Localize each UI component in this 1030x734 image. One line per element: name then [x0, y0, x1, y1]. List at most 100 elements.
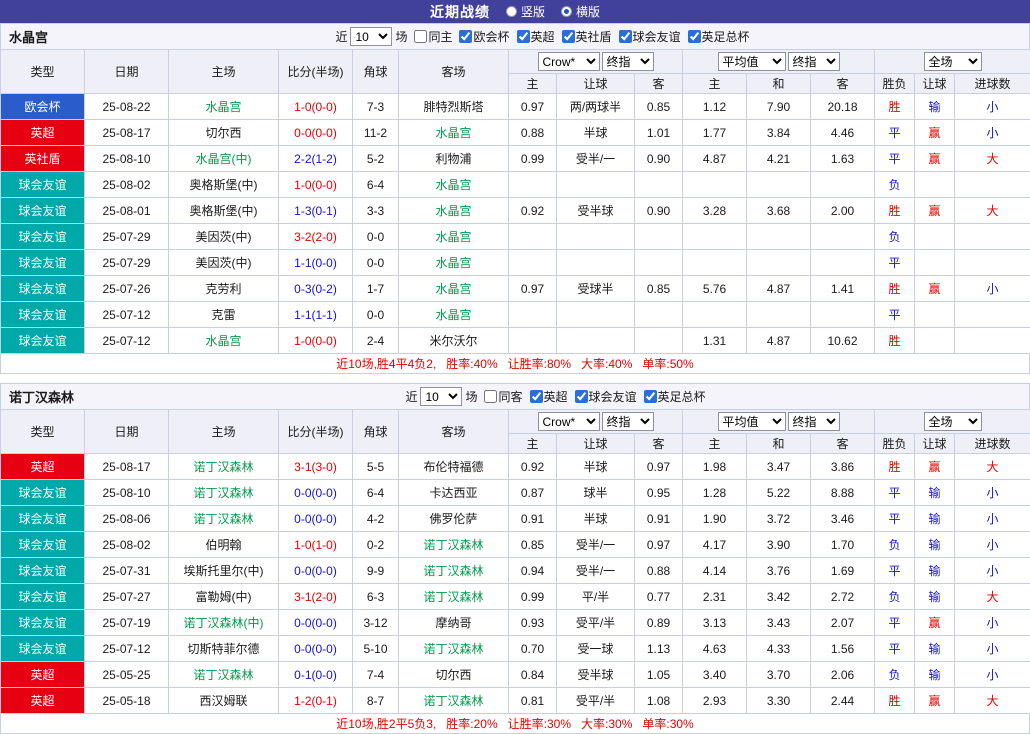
eu-home-odds: 4.63	[683, 636, 747, 662]
match-row: 球会友谊25-07-29美因茨(中)1-1(0-0)0-0水晶宫平	[1, 250, 1030, 276]
col-header: 角球	[353, 50, 399, 94]
away-team: 诺丁汉森林	[399, 688, 509, 714]
score: 1-0(0-0)	[279, 328, 353, 354]
games-label: 场	[395, 28, 407, 45]
result: 平	[875, 302, 915, 328]
ah-line: 受一球	[557, 636, 635, 662]
match-row: 球会友谊25-07-31埃斯托里尔(中)0-0(0-0)9-9诺丁汉森林0.94…	[1, 558, 1030, 584]
match-date: 25-07-29	[85, 250, 169, 276]
average-select[interactable]: 平均值	[718, 412, 786, 431]
ah-home-odds	[509, 172, 557, 198]
match-row: 球会友谊25-07-12切斯特菲尔德0-0(0-0)5-10诺丁汉森林0.70受…	[1, 636, 1030, 662]
eu-draw-odds: 4.87	[747, 328, 811, 354]
eu-away-odds	[811, 302, 875, 328]
home-team: 西汉姆联	[169, 688, 279, 714]
eu-draw-odds	[747, 172, 811, 198]
handicap-result: 输	[915, 94, 955, 120]
checkbox-input[interactable]	[562, 30, 575, 43]
checkbox-input[interactable]	[619, 30, 632, 43]
match-type-badge: 球会友谊	[1, 532, 85, 558]
result: 负	[875, 532, 915, 558]
goals-result: 小	[955, 506, 1030, 532]
competition-checkbox[interactable]: 球会友谊	[575, 388, 637, 405]
eu-away-odds: 1.63	[811, 146, 875, 172]
average-select[interactable]: 平均值	[718, 52, 786, 71]
ah-line	[557, 250, 635, 276]
eu-home-odds: 4.14	[683, 558, 747, 584]
eu-home-odds: 3.40	[683, 662, 747, 688]
checkbox-input[interactable]	[688, 30, 701, 43]
match-row: 球会友谊25-08-10诺丁汉森林0-0(0-0)6-4卡达西亚0.87球半0.…	[1, 480, 1030, 506]
eu-home-odds: 1.28	[683, 480, 747, 506]
eu-draw-odds: 3.47	[747, 454, 811, 480]
match-row: 球会友谊25-08-02伯明翰1-0(1-0)0-2诺丁汉森林0.85受半/一0…	[1, 532, 1030, 558]
score: 1-0(1-0)	[279, 532, 353, 558]
competition-checkbox[interactable]: 英足总杯	[688, 28, 750, 45]
odds-time-select[interactable]: 终指	[602, 52, 654, 71]
competition-checkbox[interactable]: 英超	[517, 28, 555, 45]
ah-home-odds: 0.81	[509, 688, 557, 714]
odds-time-select[interactable]: 终指	[602, 412, 654, 431]
match-date: 25-07-12	[85, 636, 169, 662]
checkbox-input[interactable]	[644, 390, 657, 403]
layout-horizontal-option[interactable]: 横版	[561, 3, 600, 20]
away-team: 水晶宫	[399, 250, 509, 276]
match-type-badge: 球会友谊	[1, 610, 85, 636]
eu-away-odds: 20.18	[811, 94, 875, 120]
ah-away-odds: 0.91	[635, 506, 683, 532]
home-team: 富勒姆(中)	[169, 584, 279, 610]
handicap-result: 输	[915, 584, 955, 610]
checkbox-input[interactable]	[517, 30, 530, 43]
checkbox-input[interactable]	[459, 30, 472, 43]
checkbox-input[interactable]	[414, 30, 427, 43]
layout-vertical-option[interactable]: 竖版	[506, 3, 545, 20]
period-select[interactable]: 全场	[924, 52, 982, 71]
away-team: 切尔西	[399, 662, 509, 688]
match-type-badge: 英超	[1, 688, 85, 714]
team-name: 水晶宫	[1, 27, 56, 46]
bookmaker-select[interactable]: Crow*	[538, 412, 600, 431]
ah-away-odds: 0.88	[635, 558, 683, 584]
goals-result: 小	[955, 532, 1030, 558]
average-time-select[interactable]: 终指	[788, 412, 840, 431]
sections-container: 水晶宫近10场同主欧会杯英超英社盾球会友谊英足总杯类型日期主场比分(半场)角球客…	[0, 23, 1030, 734]
checkbox-input[interactable]	[575, 390, 588, 403]
recent-count-select[interactable]: 10	[420, 387, 462, 406]
home-team: 水晶宫	[169, 94, 279, 120]
col-header: 日期	[85, 410, 169, 454]
away-team: 摩纳哥	[399, 610, 509, 636]
ah-line	[557, 172, 635, 198]
checkbox-input[interactable]	[484, 390, 497, 403]
same-venue-checkbox[interactable]: 同主	[414, 28, 452, 45]
sub-header: 客	[811, 434, 875, 454]
ah-home-odds: 0.92	[509, 198, 557, 224]
checkbox-input[interactable]	[530, 390, 543, 403]
filter-bar: 近10场同客英超球会友谊英足总杯	[82, 387, 1029, 406]
score: 3-2(2-0)	[279, 224, 353, 250]
same-venue-checkbox[interactable]: 同客	[484, 388, 522, 405]
recent-count-select[interactable]: 10	[350, 27, 392, 46]
bookmaker-select[interactable]: Crow*	[538, 52, 600, 71]
competition-checkbox[interactable]: 欧会杯	[459, 28, 509, 45]
away-team: 米尔沃尔	[399, 328, 509, 354]
eu-home-odds	[683, 172, 747, 198]
match-type-badge: 球会友谊	[1, 480, 85, 506]
period-select[interactable]: 全场	[924, 412, 982, 431]
match-row: 球会友谊25-08-02奥格斯堡(中)1-0(0-0)6-4水晶宫负	[1, 172, 1030, 198]
home-team: 水晶宫(中)	[169, 146, 279, 172]
handicap-result	[915, 224, 955, 250]
competition-checkbox[interactable]: 英社盾	[562, 28, 612, 45]
competition-checkbox[interactable]: 球会友谊	[619, 28, 681, 45]
section-summary: 近10场,胜4平4负2,胜率:40%让胜率:80%大率:40%单率:50%	[0, 354, 1030, 374]
sub-header: 让球	[915, 74, 955, 94]
match-date: 25-08-17	[85, 120, 169, 146]
average-time-select[interactable]: 终指	[788, 52, 840, 71]
competition-checkbox[interactable]: 英超	[530, 388, 568, 405]
handicap-result: 输	[915, 532, 955, 558]
eu-home-odds: 1.31	[683, 328, 747, 354]
match-type-badge: 球会友谊	[1, 250, 85, 276]
goals-result: 小	[955, 120, 1030, 146]
eu-away-odds: 4.46	[811, 120, 875, 146]
result: 胜	[875, 328, 915, 354]
competition-checkbox[interactable]: 英足总杯	[644, 388, 706, 405]
